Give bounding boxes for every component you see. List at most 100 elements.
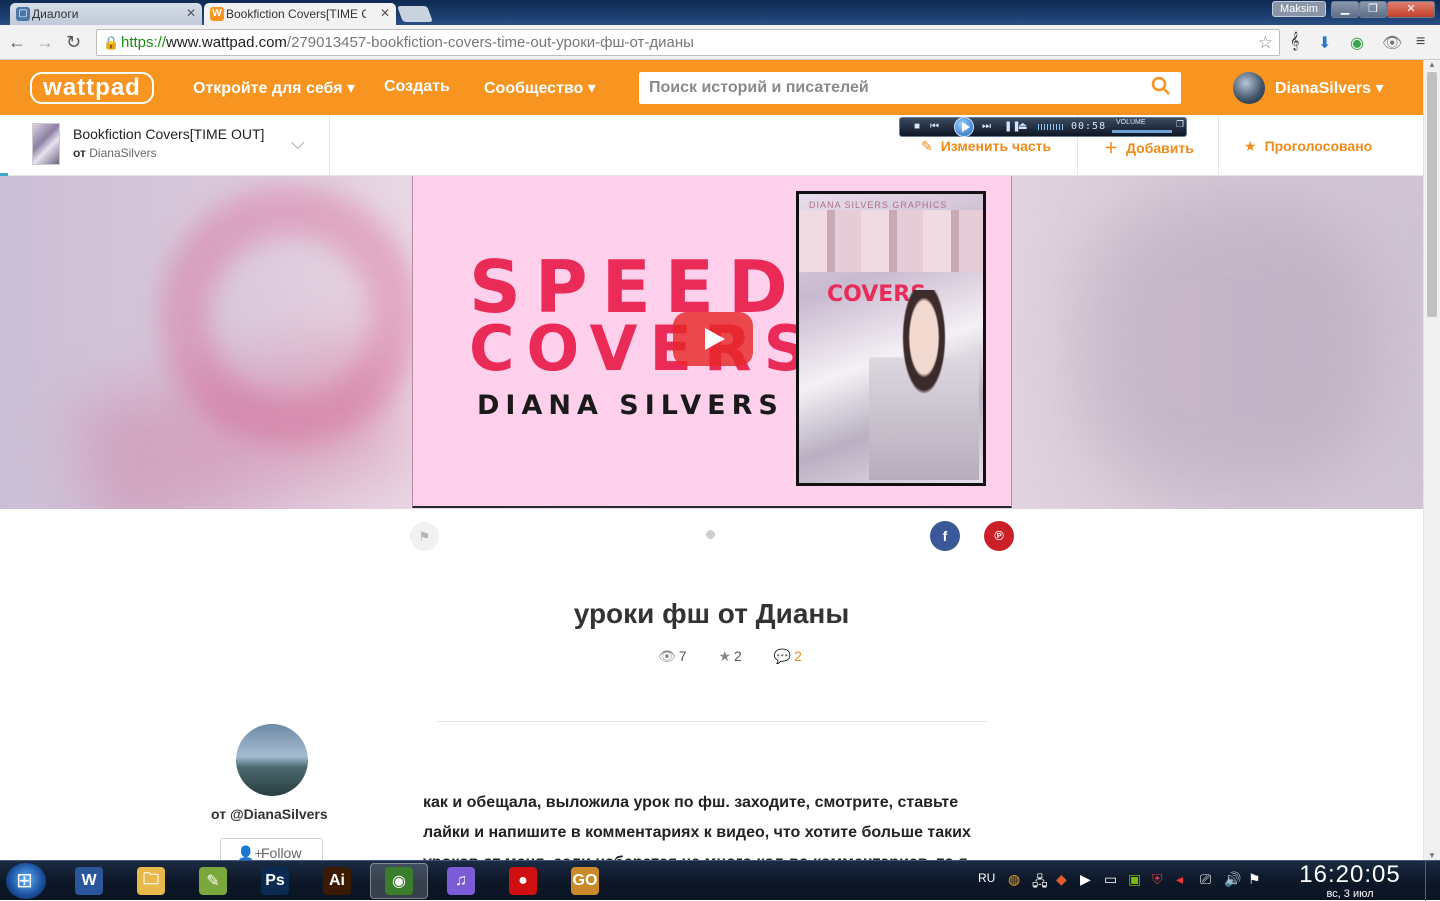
forward-arrow-icon[interactable]: →: [36, 32, 54, 53]
scroll-up-icon[interactable]: ▲: [1428, 60, 1436, 69]
previous-icon[interactable]: ⏮: [930, 121, 939, 132]
maximize-button[interactable]: ❐: [1359, 1, 1387, 18]
story-author[interactable]: от DianaSilvers: [73, 146, 157, 160]
lock-icon: 🔒: [103, 35, 120, 50]
taskbar-app-word[interactable]: W: [60, 863, 118, 899]
vote-button[interactable]: ★ Проголосовано: [1244, 138, 1372, 155]
nav-community[interactable]: Сообщество ▾: [484, 78, 596, 98]
author-avatar[interactable]: [236, 724, 308, 796]
user-avatar[interactable]: [1233, 72, 1265, 104]
tray-monitor-icon[interactable]: ▭: [1104, 871, 1117, 888]
next-icon[interactable]: ⏭: [982, 121, 991, 132]
browser-tab-dialogs[interactable]: ▢ Диалоги ✕: [10, 3, 202, 25]
tray-devices-icon[interactable]: ⎚: [1200, 871, 1211, 888]
explorer-icon: 🗀: [137, 867, 165, 895]
divider: [329, 115, 330, 175]
player-time: 00:58: [1071, 121, 1107, 132]
tray-app-icon[interactable]: ◆: [1056, 871, 1067, 888]
bookmark-star-icon[interactable]: ☆: [1258, 30, 1273, 55]
taskbar-app-itunes[interactable]: ♫: [432, 863, 490, 899]
tab-close-icon[interactable]: ✕: [186, 6, 196, 20]
scrollbar-thumb[interactable]: [1427, 72, 1437, 317]
youtube-video[interactable]: SPEED COVERS DIANA SILVERS DIANA SILVERS…: [412, 176, 1012, 508]
vote-label: Проголосовано: [1264, 138, 1373, 154]
itunes-icon: ♫: [447, 867, 475, 895]
language-indicator[interactable]: RU: [978, 871, 995, 885]
download-icon[interactable]: ⬇: [1318, 33, 1331, 53]
back-arrow-icon[interactable]: ←: [8, 32, 26, 53]
user-menu[interactable]: DianaSilvers ▾: [1275, 78, 1384, 98]
cover-poster-image: DIANA SILVERS GRAPHICS COVERS: [796, 191, 986, 486]
taskbar-app-recorder[interactable]: ●: [494, 863, 552, 899]
tray-arrow-icon[interactable]: ◂: [1176, 871, 1183, 888]
window-close-button[interactable]: ✕: [1387, 1, 1435, 18]
tab-title: Bookfiction Covers[TIME O: [226, 7, 366, 21]
tray-network-icon[interactable]: 🖧: [1032, 871, 1048, 895]
nav-create[interactable]: Создать: [384, 78, 450, 96]
plus-icon: ＋: [1104, 140, 1118, 156]
tray-app-icon[interactable]: ◍: [1008, 871, 1020, 888]
tray-shield-icon[interactable]: ⛨: [1152, 871, 1163, 888]
taskbar-app-csgo[interactable]: GO: [556, 863, 614, 899]
restore-icon[interactable]: ❐: [1176, 119, 1184, 130]
add-label: Добавить: [1126, 140, 1194, 156]
taskbar-app-photoshop[interactable]: Ps: [246, 863, 304, 899]
extension-music-icon[interactable]: 𝄞: [1290, 33, 1299, 51]
nav-discover[interactable]: Откройте для себя ▾: [193, 78, 355, 98]
browser-menu-icon[interactable]: ≡: [1416, 33, 1425, 51]
stop-icon[interactable]: ■: [914, 121, 920, 132]
taskbar-app-chrome[interactable]: ◉: [370, 863, 428, 899]
poster-header: DIANA SILVERS GRAPHICS: [809, 200, 948, 210]
start-button[interactable]: [6, 863, 46, 899]
recorder-icon: ●: [509, 867, 537, 895]
add-button[interactable]: ＋ Добавить: [1104, 138, 1194, 158]
media-player-overlay[interactable]: ■ ⏮ ⏭ ❚❚ ⏏ 00:58 VOLUME ❐: [899, 117, 1187, 137]
taskbar-app-illustrator[interactable]: Ai: [308, 863, 366, 899]
facebook-share-icon[interactable]: f: [930, 521, 960, 551]
divider: [436, 721, 988, 722]
search-input[interactable]: Поиск историй и писателей: [639, 72, 1181, 104]
author-byline[interactable]: от @DianaSilvers: [211, 806, 328, 822]
volume-slider[interactable]: [1112, 130, 1172, 133]
carousel-dot[interactable]: [706, 530, 715, 539]
chevron-down-icon[interactable]: ⌵: [291, 133, 305, 154]
play-button[interactable]: [954, 117, 974, 137]
story-text: как и обещала, выложила урок по фш. захо…: [423, 794, 971, 860]
browser-tab-wattpad[interactable]: W Bookfiction Covers[TIME O ✕: [204, 3, 396, 25]
pencil-icon: ✎: [921, 138, 933, 154]
part-stats: 👁 7 ★ 2 💬 2: [658, 648, 830, 665]
profile-badge[interactable]: Maksim: [1272, 1, 1326, 17]
action-center-flag-icon[interactable]: ⚑: [1248, 871, 1261, 888]
caret-down-icon: ▾: [347, 80, 356, 97]
show-desktop-button[interactable]: [1425, 861, 1440, 901]
volume-icon[interactable]: 🔊: [1224, 871, 1241, 888]
page-scrollbar[interactable]: ▲ ▼: [1423, 60, 1440, 860]
votes-count: 2: [734, 648, 742, 664]
new-tab-button[interactable]: [397, 6, 433, 22]
reload-icon[interactable]: ↻: [66, 32, 81, 53]
tray-nvidia-icon[interactable]: ▣: [1128, 871, 1141, 888]
minimize-button[interactable]: ▁: [1331, 1, 1359, 18]
wattpad-logo[interactable]: wattpad: [30, 72, 154, 104]
flag-icon[interactable]: ⚑: [410, 522, 439, 551]
scroll-down-icon[interactable]: ▼: [1428, 851, 1436, 860]
pinterest-share-icon[interactable]: ℗: [984, 521, 1014, 551]
views-count: 7: [678, 648, 687, 664]
system-clock[interactable]: 16:20:05 вс, 3 июл: [1288, 861, 1412, 900]
address-bar[interactable]: 🔒 https://www.wattpad.com/279013457-book…: [96, 29, 1280, 56]
eject-icon[interactable]: ⏏: [1018, 121, 1027, 132]
part-title: уроки фш от Дианы: [573, 598, 850, 629]
taskbar-app-paint[interactable]: ✎: [184, 863, 242, 899]
comments-stat[interactable]: 💬 2: [774, 648, 816, 664]
search-icon[interactable]: [1151, 76, 1171, 96]
edit-part-button[interactable]: ✎ Изменить часть: [921, 138, 1051, 155]
taskbar-app-explorer[interactable]: 🗀: [122, 863, 180, 899]
extension-eye-icon[interactable]: 👁: [1382, 33, 1402, 53]
tray-media-icon[interactable]: ▶: [1080, 871, 1091, 888]
star-icon: ★: [718, 648, 732, 664]
story-cover-thumbnail[interactable]: [32, 123, 60, 165]
youtube-play-icon[interactable]: [673, 312, 753, 366]
extension-green-icon[interactable]: ◉: [1350, 33, 1364, 53]
story-title[interactable]: Bookfiction Covers[TIME OUT]: [73, 126, 264, 142]
tab-close-icon[interactable]: ✕: [380, 6, 390, 20]
